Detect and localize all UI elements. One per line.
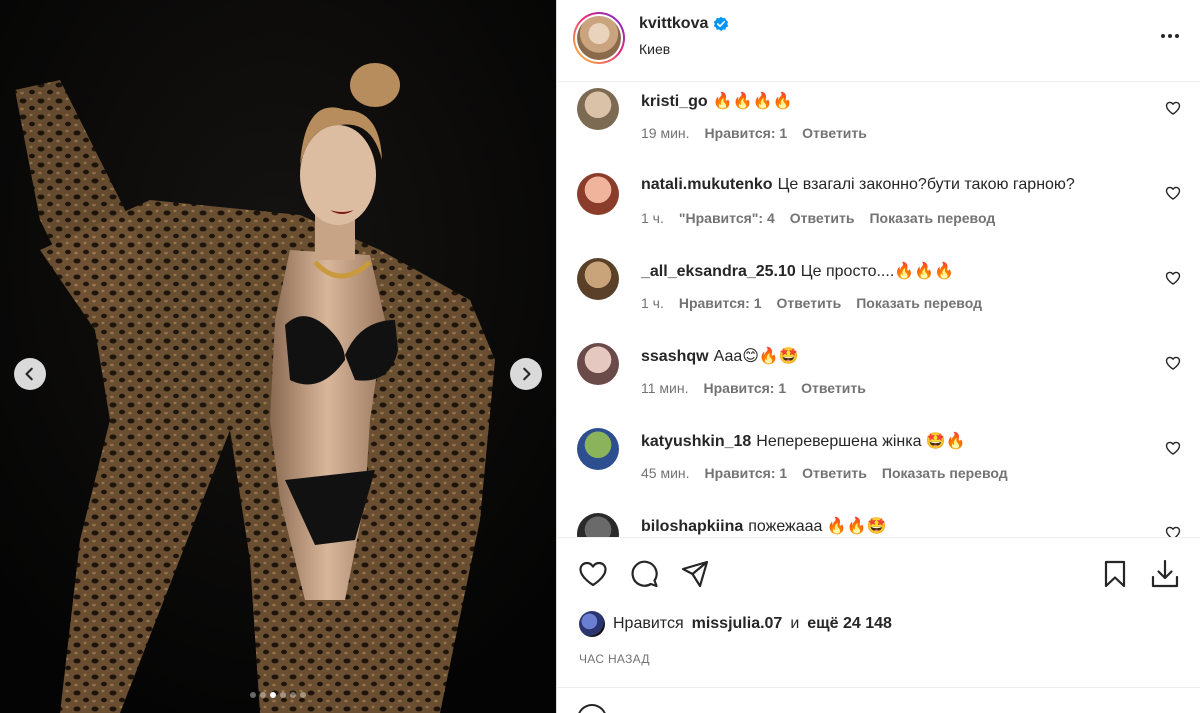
post-photo <box>0 0 556 713</box>
comment-likes[interactable]: Нравится: 1 <box>705 125 788 141</box>
comment-likes[interactable]: "Нравится": 4 <box>679 210 775 226</box>
comment-meta: 1 ч. "Нравится": 4 Ответить Показать перево… <box>641 210 995 226</box>
likes-count[interactable]: ещё 24 148 <box>807 615 892 633</box>
commenter-avatar[interactable] <box>577 258 619 300</box>
show-translation-button[interactable]: Показать перевод <box>882 465 1008 481</box>
commenter-username[interactable]: biloshapkiina <box>641 518 743 535</box>
comment-text: Ааа😊🔥🤩 <box>713 348 799 365</box>
post-side-panel: kvittkova Киев kristi_go 🔥🔥🔥🔥 19 мин. Нрави… <box>556 0 1200 713</box>
comment-meta: 1 ч. Нравится: 1 Ответить Показать перевод <box>641 295 982 311</box>
commenter-username[interactable]: katyushkin_18 <box>641 433 751 450</box>
comment-item: ssashqw Ааа😊🔥🤩 11 мин. Нравится: 1 Ответить <box>577 337 1187 422</box>
comment-icon[interactable] <box>628 558 660 590</box>
carousel-dot <box>280 692 286 698</box>
show-translation-button[interactable]: Показать перевод <box>869 210 995 226</box>
comment-time[interactable]: 45 мин. <box>641 465 690 481</box>
comment-like-heart-icon[interactable] <box>1165 525 1181 537</box>
carousel-prev-button[interactable] <box>14 358 46 390</box>
commenter-avatar[interactable] <box>577 173 619 215</box>
more-dots-icon <box>1161 34 1165 38</box>
comment-meta: 45 мин. Нравится: 1 Ответить Показать перев… <box>641 465 1008 481</box>
comment-time[interactable]: 1 ч. <box>641 210 664 226</box>
author-avatar[interactable] <box>573 12 625 64</box>
verified-badge-icon <box>714 16 729 31</box>
comment-text: Неперевершена жінка 🤩🔥 <box>756 433 966 450</box>
carousel-indicator <box>0 692 556 698</box>
add-comment-bar <box>557 687 1200 713</box>
comment-item: natali.mukutenko Це взагалі законно?бути … <box>577 167 1187 252</box>
commenter-username[interactable]: _all_eksandra_25.10 <box>641 263 796 280</box>
post-location[interactable]: Киев <box>639 41 670 57</box>
reply-button[interactable]: Ответить <box>777 295 842 311</box>
comment-item: katyushkin_18 Неперевершена жінка 🤩🔥 45 ми… <box>577 422 1187 507</box>
comment-likes[interactable]: Нравится: 1 <box>679 295 762 311</box>
commenter-avatar[interactable] <box>577 428 619 470</box>
download-icon[interactable] <box>1149 558 1181 590</box>
comment-likes[interactable]: Нравится: 1 <box>705 465 788 481</box>
comment-time[interactable]: 1 ч. <box>641 295 664 311</box>
like-heart-icon[interactable] <box>577 558 609 590</box>
comment-text: пожежааа 🔥🔥🤩 <box>748 518 887 535</box>
share-icon[interactable] <box>679 558 711 590</box>
carousel-dot <box>270 692 276 698</box>
commenter-username[interactable]: kristi_go <box>641 93 708 110</box>
comment-like-heart-icon[interactable] <box>1165 440 1181 456</box>
chevron-left-icon <box>25 367 33 381</box>
comment-text: Це просто....🔥🔥🔥 <box>800 263 955 280</box>
more-options-button[interactable] <box>1157 26 1183 46</box>
commenter-avatar[interactable] <box>577 513 619 537</box>
carousel-dot <box>250 692 256 698</box>
commenter-avatar[interactable] <box>577 88 619 130</box>
chevron-right-icon <box>523 367 531 381</box>
commenter-username[interactable]: ssashqw <box>641 348 709 365</box>
liker-username[interactable]: missjulia.07 <box>692 615 783 633</box>
comment-meta: 19 мин. Нравится: 1 Ответить <box>641 125 867 141</box>
comment-time[interactable]: 11 мин. <box>641 380 689 396</box>
post-header: kvittkova Киев <box>557 0 1200 82</box>
author-username[interactable]: kvittkova <box>639 15 708 33</box>
comment-item: _all_eksandra_25.10 Це просто....🔥🔥🔥 1 ч. Н… <box>577 252 1187 337</box>
commenter-avatar[interactable] <box>577 343 619 385</box>
comment-item: kristi_go 🔥🔥🔥🔥 19 мин. Нравится: 1 Ответить <box>577 82 1187 167</box>
likes-summary[interactable]: Нравится missjulia.07 и ещё 24 148 <box>579 611 892 637</box>
carousel-next-button[interactable] <box>510 358 542 390</box>
comment-meta: 11 мин. Нравится: 1 Ответить <box>641 380 866 396</box>
comment-like-heart-icon[interactable] <box>1165 270 1181 286</box>
reply-button[interactable]: Ответить <box>802 125 867 141</box>
comment-time[interactable]: 19 мин. <box>641 125 690 141</box>
comment-like-heart-icon[interactable] <box>1165 185 1181 201</box>
post-actions: Нравится missjulia.07 и ещё 24 148 ЧАС Н… <box>557 537 1200 687</box>
comments-list[interactable]: kristi_go 🔥🔥🔥🔥 19 мин. Нравится: 1 Ответить n… <box>557 82 1200 537</box>
commenter-username[interactable]: natali.mukutenko <box>641 176 773 193</box>
reply-button[interactable]: Ответить <box>801 380 866 396</box>
emoji-icon[interactable] <box>577 704 607 713</box>
comment-like-heart-icon[interactable] <box>1165 355 1181 371</box>
reply-button[interactable]: Ответить <box>802 465 867 481</box>
save-bookmark-icon[interactable] <box>1099 558 1131 590</box>
liker-avatar <box>579 611 605 637</box>
comment-like-heart-icon[interactable] <box>1165 100 1181 116</box>
carousel-dot <box>290 692 296 698</box>
comment-text: 🔥🔥🔥🔥 <box>712 93 793 110</box>
comment-item: biloshapkiina пожежааа 🔥🔥🤩 <box>577 507 1187 537</box>
comment-text: Це взагалі законно?бути такою гарною? <box>777 176 1075 193</box>
carousel-dot <box>260 692 266 698</box>
reply-button[interactable]: Ответить <box>790 210 855 226</box>
post-timestamp[interactable]: ЧАС НАЗАД <box>579 652 650 666</box>
post-media <box>0 0 556 713</box>
show-translation-button[interactable]: Показать перевод <box>856 295 982 311</box>
comment-likes[interactable]: Нравится: 1 <box>704 380 787 396</box>
carousel-dot <box>300 692 306 698</box>
